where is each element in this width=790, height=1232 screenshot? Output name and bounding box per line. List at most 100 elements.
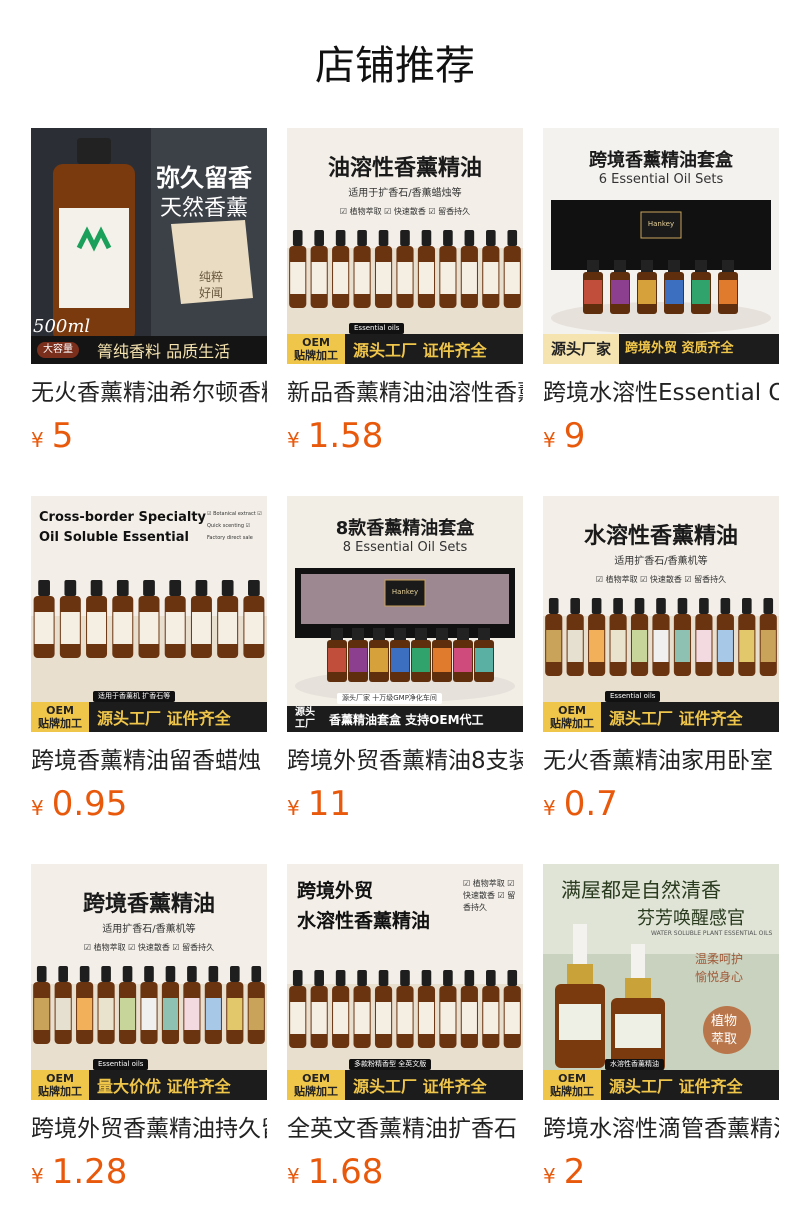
price-value: 0.95	[51, 784, 128, 824]
thumb-bottom-bar: 源头 工厂 香薰精油套盒 支持OEM代工	[287, 706, 523, 732]
product-image[interactable]: 跨境外贸 水溶性香薰精油 ☑ 植物萃取 ☑ 快速散香 ☑ 留香持久 OEM 贴牌加工 源头…	[287, 864, 523, 1100]
product-grid: 弥久留香 天然香薰 纯粹 好闻 500ml 大容量 箐纯香料 品质生活 无火香薰精油希尔顿香精…	[0, 0, 790, 1232]
thumb-volume: 500ml	[33, 316, 91, 337]
price-value: 1.58	[307, 416, 384, 456]
oem-badge: OEM 贴牌加工	[31, 702, 89, 732]
product-image[interactable]: 8款香薰精油套盒 8 Essential Oil Sets Hankey 源头 工厂 香薰…	[287, 496, 523, 732]
product-card[interactable]: 弥久留香 天然香薰 纯粹 好闻 500ml 大容量 箐纯香料 品质生活 无火香薰精油希尔顿香精…	[31, 128, 267, 456]
thumb-paper-text: 纯粹	[198, 270, 223, 284]
product-price: ¥2	[543, 1152, 585, 1192]
amber-bottle-icon	[53, 138, 135, 342]
oem-badge: OEM 贴牌加工	[543, 1070, 601, 1100]
price-value: 1.28	[51, 1152, 128, 1192]
product-card[interactable]: Cross-border Specialty Oil Soluble Essent…	[31, 496, 267, 824]
thumb-box-brand: Hankey	[647, 220, 675, 228]
thumb-bottom-text: 跨境外贸 资质齐全	[619, 334, 779, 364]
product-image[interactable]: Cross-border Specialty Oil Soluble Essent…	[31, 496, 267, 732]
oem-badge-line: OEM	[46, 704, 74, 717]
oem-badge: OEM 贴牌加工	[543, 702, 601, 732]
thumb-tag: 多款粉精香型 全英文版	[349, 1059, 432, 1070]
oem-badge-line: OEM	[302, 1072, 330, 1085]
oem-badge-line: OEM	[558, 704, 586, 717]
product-card[interactable]: 水溶性香薰精油适用扩香石/香薰机等 ☑ 植物萃取 ☑ 快速散香 ☑ 留香持久 OEM…	[543, 496, 779, 824]
thumb-circle-text-2: 萃取	[711, 1032, 738, 1047]
thumb-headline: 满屋都是自然清香	[561, 878, 721, 902]
product-name[interactable]: 无火香薰精油希尔顿香精	[31, 376, 267, 410]
oem-badge: OEM 贴牌加工	[287, 334, 345, 364]
thumb-left-line-2: 工厂	[295, 719, 315, 730]
thumb-headline: 跨境香薰精油套盒	[589, 150, 733, 171]
thumb-tag: 水溶性香薰精油	[605, 1059, 664, 1070]
thumb-subheadline: 适用扩香石/香薰机等	[614, 556, 708, 567]
thumb-headline-2: 天然香薰	[159, 196, 248, 221]
thumb-subheadline: 6 Essential Oil Sets	[598, 172, 724, 187]
price-currency: ¥	[31, 796, 44, 820]
thumb-features: ☑ Botanical extract ☑ Quick scenting ☑ F…	[207, 511, 262, 541]
oem-badge-line-2: 贴牌加工	[550, 1085, 594, 1098]
thumb-left-badge: 源头 工厂	[287, 706, 323, 732]
product-card[interactable]: 满屋都是自然清香芬芳唤醒感官 WATER SOLUBLE PLANT ESSENT…	[543, 864, 779, 1192]
thumb-bottom-bar: OEM 贴牌加工 源头工厂 证件齐全	[287, 1070, 523, 1100]
thumb-badge-2: 愉悦身心	[695, 970, 744, 984]
thumb-badge: 温柔呵护	[695, 952, 744, 966]
thumb-bottom-text: 量大价优 证件齐全	[97, 1077, 231, 1096]
price-currency: ¥	[543, 428, 556, 452]
oem-badge-line-2: 贴牌加工	[38, 1085, 82, 1098]
oem-badge-line: OEM	[46, 1072, 74, 1085]
price-currency: ¥	[287, 1164, 300, 1188]
thumb-headline: 跨境外贸	[297, 880, 374, 902]
thumb-features: ☑ 植物萃取 ☑ 快速散香 ☑ 留香持久	[83, 943, 215, 952]
thumb-left-badge: 源头厂家	[543, 334, 620, 364]
thumb-subheadline: WATER SOLUBLE PLANT ESSENTIAL OILS	[651, 930, 773, 937]
price-currency: ¥	[543, 1164, 556, 1188]
product-name[interactable]: 跨境外贸香薰精油8支装	[287, 744, 523, 778]
thumb-bottom-text: 箐纯香料 品质生活	[97, 342, 231, 361]
thumb-left-line: 源头	[295, 707, 315, 718]
oem-badge-line-2: 贴牌加工	[294, 1085, 338, 1098]
product-card[interactable]: 跨境外贸 水溶性香薰精油 ☑ 植物萃取 ☑ 快速散香 ☑ 留香持久 OEM 贴牌加工 源头…	[287, 864, 523, 1192]
thumb-bottom-text: 源头工厂 证件齐全	[353, 341, 487, 360]
thumb-features: ☑ 植物萃取 ☑ 快速散香 ☑ 留香持久	[595, 575, 727, 584]
product-price: ¥1.68	[287, 1152, 383, 1192]
oem-badge: OEM 贴牌加工	[287, 1070, 345, 1100]
product-name[interactable]: 新品香薰精油油溶性香薰	[287, 376, 523, 410]
thumb-features: ☑ 植物萃取 ☑ 快速散香 ☑ 留香持久	[463, 879, 516, 912]
product-name[interactable]: 跨境香薰精油留香蜡烛	[31, 744, 267, 778]
product-card[interactable]: 油溶性香薰精油 适用于扩香石/香薰蜡烛等 ☑ 植物萃取 ☑ 快速散香 ☑ 留香持久 O…	[287, 128, 523, 456]
thumb-headline-2: 芬芳唤醒感官	[637, 908, 745, 929]
thumb-headline: 跨境香薰精油	[82, 892, 215, 917]
product-price: ¥5	[31, 416, 73, 456]
product-image[interactable]: 满屋都是自然清香芬芳唤醒感官 WATER SOLUBLE PLANT ESSENT…	[543, 864, 779, 1100]
thumb-box-brand: Hankey	[391, 588, 419, 596]
product-name[interactable]: 跨境水溶性滴管香薰精油	[543, 1112, 779, 1146]
thumb-features: ☑ 植物萃取 ☑ 快速散香 ☑ 留香持久	[339, 207, 471, 216]
oem-badge: OEM 贴牌加工	[31, 1070, 89, 1100]
product-name[interactable]: 全英文香薰精油扩香石	[287, 1112, 523, 1146]
price-value: 2	[563, 1152, 586, 1192]
product-price: ¥1.28	[31, 1152, 127, 1192]
product-image[interactable]: 水溶性香薰精油适用扩香石/香薰机等 ☑ 植物萃取 ☑ 快速散香 ☑ 留香持久 OEM…	[543, 496, 779, 732]
thumb-tag: 适用于香薰机 扩香石等	[93, 691, 176, 702]
product-image[interactable]: 跨境香薰精油适用扩香石/香薰机等 ☑ 植物萃取 ☑ 快速散香 ☑ 留香持久 OEM 贴…	[31, 864, 267, 1100]
thumb-headline: 弥久留香	[156, 164, 252, 192]
thumb-tag: Essential oils	[605, 691, 661, 702]
thumb-subheadline: 适用扩香石/香薰机等	[102, 924, 196, 935]
product-name[interactable]: 无火香薰精油家用卧室	[543, 744, 779, 778]
product-image[interactable]: 油溶性香薰精油 适用于扩香石/香薰蜡烛等 ☑ 植物萃取 ☑ 快速散香 ☑ 留香持久 O…	[287, 128, 523, 364]
price-value: 9	[563, 416, 586, 456]
thumb-headline-2: Oil Soluble Essential	[39, 530, 189, 545]
thumb-headline: 水溶性香薰精油	[583, 524, 738, 549]
thumb-bottom-bar: 源头厂家 跨境外贸 资质齐全	[543, 334, 779, 364]
thumb-bottom-bar: OEM 贴牌加工 源头工厂 证件齐全	[31, 702, 267, 732]
product-price: ¥11	[287, 784, 351, 824]
product-card[interactable]: 8款香薰精油套盒 8 Essential Oil Sets Hankey 源头 工厂 香薰…	[287, 496, 523, 824]
price-currency: ¥	[31, 428, 44, 452]
product-price: ¥0.7	[543, 784, 618, 824]
oem-badge-line: OEM	[302, 336, 330, 349]
product-image[interactable]: 跨境香薰精油套盒 6 Essential Oil Sets Hankey 源头厂家 跨境…	[543, 128, 779, 364]
product-name[interactable]: 跨境外贸香薰精油持久留香	[31, 1112, 267, 1146]
product-card[interactable]: 跨境香薰精油适用扩香石/香薰机等 ☑ 植物萃取 ☑ 快速散香 ☑ 留香持久 OEM 贴…	[31, 864, 267, 1192]
product-card[interactable]: 跨境香薰精油套盒 6 Essential Oil Sets Hankey 源头厂家 跨境…	[543, 128, 779, 456]
product-name[interactable]: 跨境水溶性Essential Oil	[543, 376, 779, 410]
product-image[interactable]: 弥久留香 天然香薰 纯粹 好闻 500ml 大容量 箐纯香料 品质生活	[31, 128, 267, 364]
